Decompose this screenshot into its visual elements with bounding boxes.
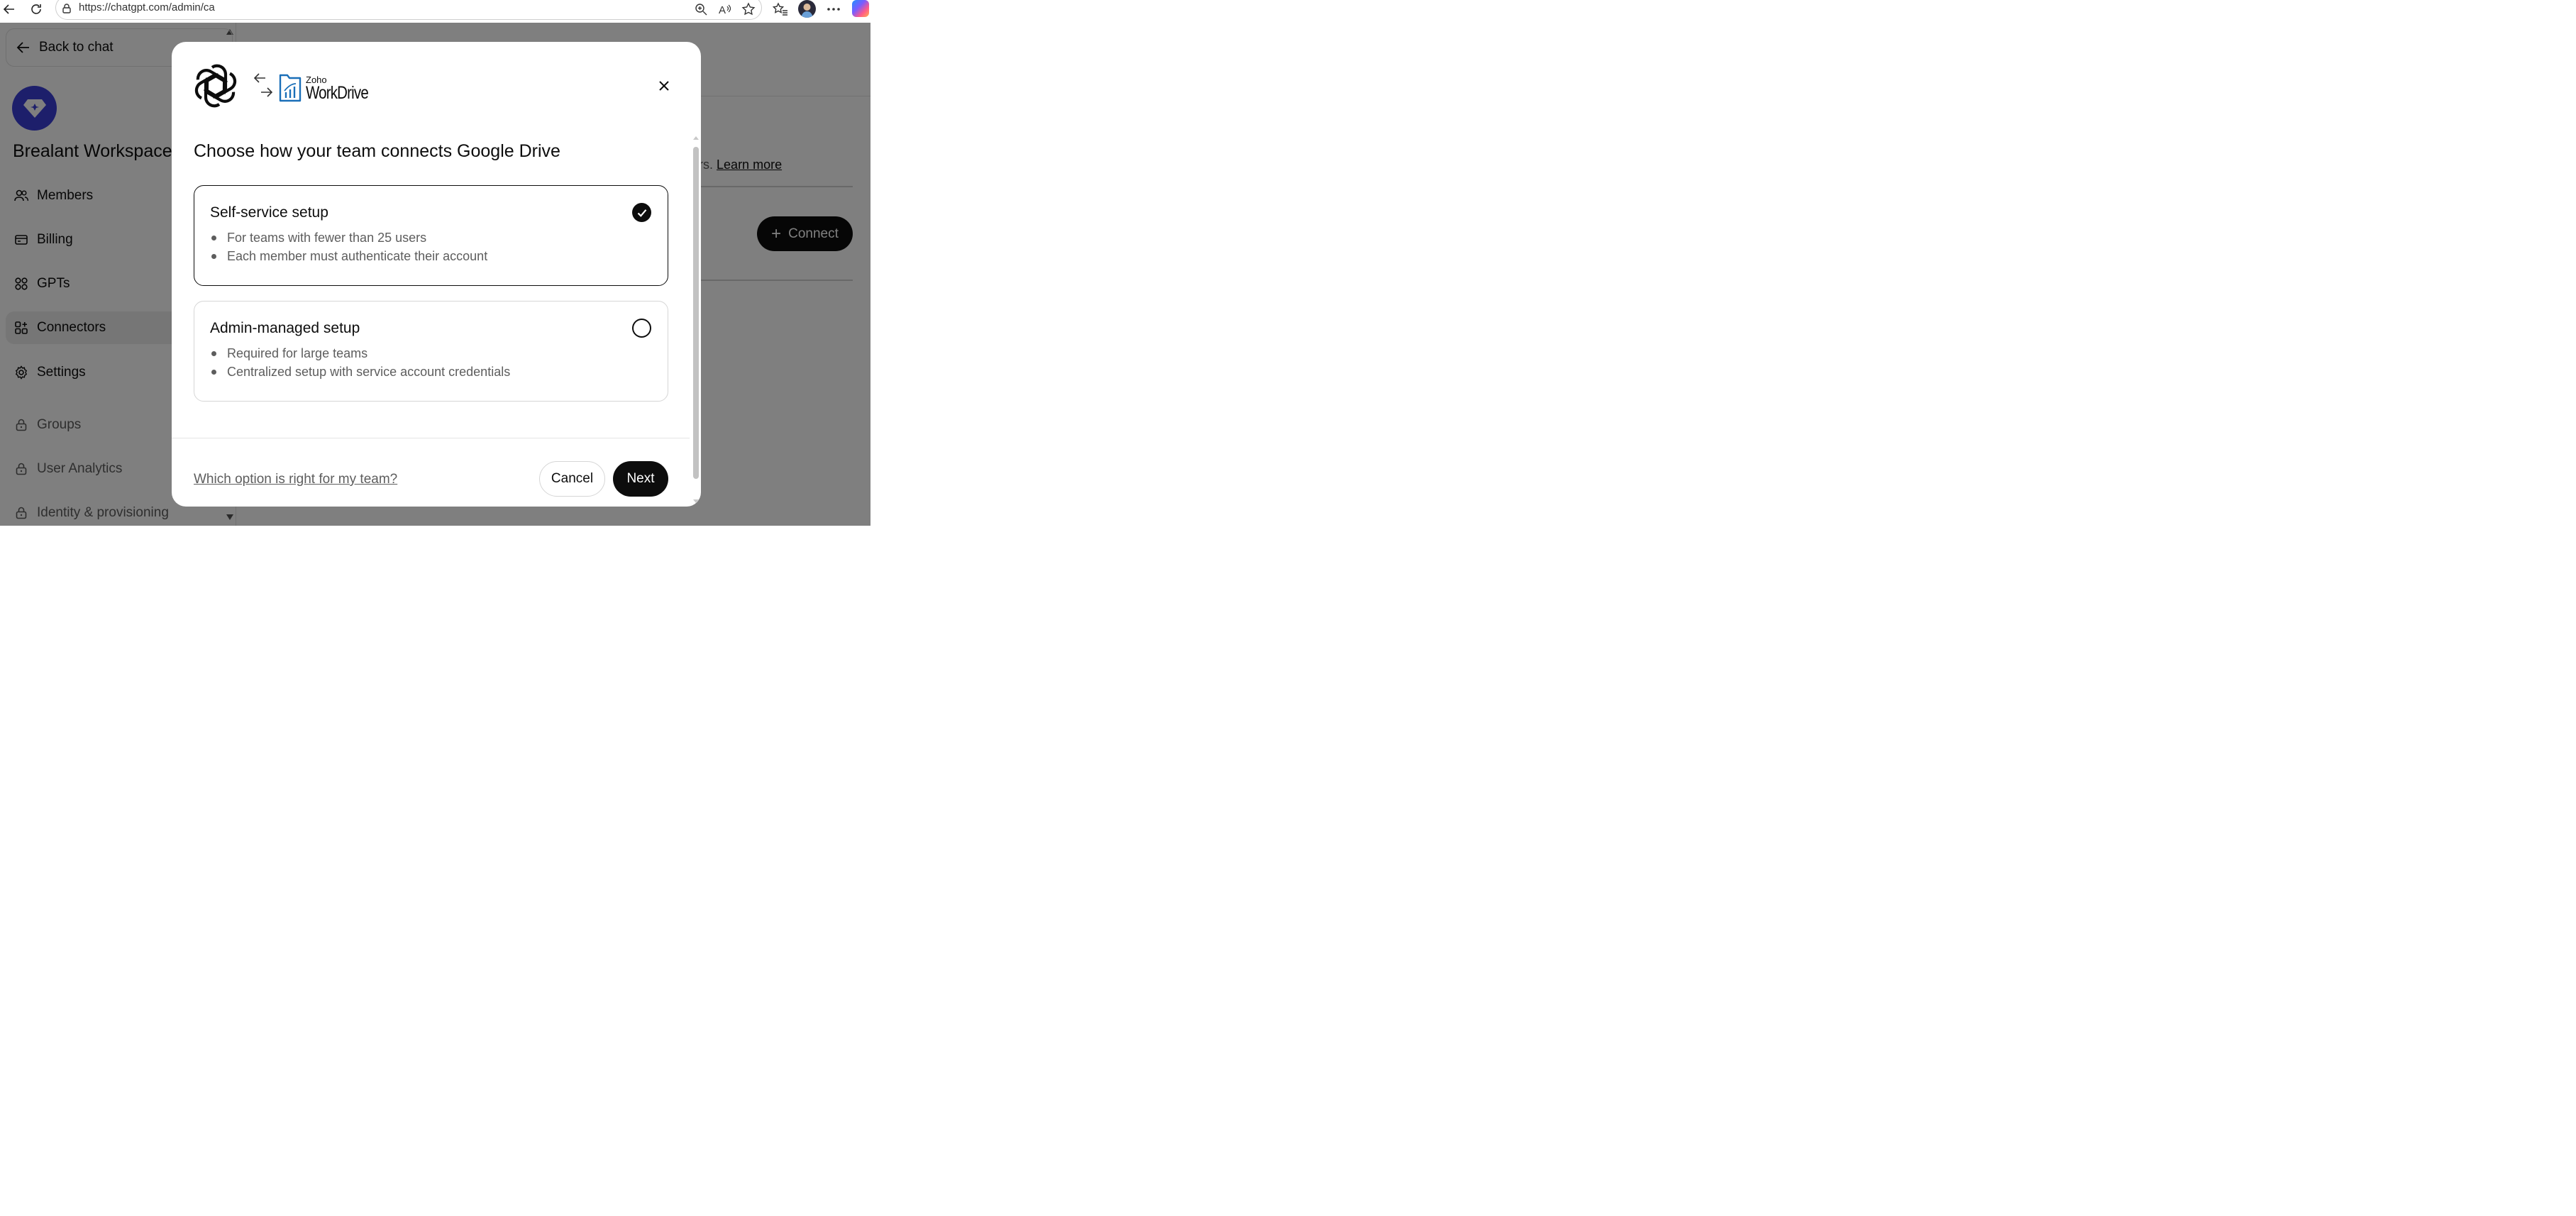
copilot-icon[interactable]: [852, 0, 869, 17]
option-title: Self-service setup: [210, 204, 328, 221]
option-bullets: For teams with fewer than 25 users Each …: [211, 228, 487, 265]
openai-logo: [193, 63, 238, 109]
browser-toolbar: https://chatgpt.com/admin/ca A: [0, 0, 870, 23]
swap-arrows-icon: [253, 73, 273, 97]
connector-setup-dialog: Zoho WorkDrive Choose how your team conn…: [172, 42, 701, 507]
url-text[interactable]: https://chatgpt.com/admin/ca: [79, 1, 215, 13]
option-bullet: For teams with fewer than 25 users: [211, 228, 487, 247]
more-icon[interactable]: [825, 1, 842, 18]
workdrive-folder-icon: [279, 74, 302, 102]
help-link[interactable]: Which option is right for my team?: [194, 472, 397, 487]
option-self-service[interactable]: Self-service setup For teams with fewer …: [194, 185, 668, 286]
close-button[interactable]: [656, 77, 673, 94]
lock-icon[interactable]: [58, 0, 75, 17]
zoom-icon[interactable]: [692, 1, 709, 18]
screen: https://chatgpt.com/admin/ca A B: [0, 0, 1098, 526]
radio-selected[interactable]: [632, 203, 651, 222]
dialog-title: Choose how your team connects Google Dri…: [194, 141, 560, 161]
read-aloud-icon[interactable]: A: [717, 1, 734, 18]
svg-text:A: A: [719, 4, 726, 16]
option-admin-managed[interactable]: Admin-managed setup Required for large t…: [194, 301, 668, 402]
close-icon: [659, 81, 669, 91]
option-title: Admin-managed setup: [210, 320, 360, 336]
back-arrow-icon[interactable]: [1, 0, 17, 18]
option-bullet: Centralized setup with service account c…: [211, 363, 510, 381]
option-bullet: Each member must authenticate their acco…: [211, 247, 487, 265]
profile-avatar[interactable]: [798, 0, 816, 18]
openai-logo-icon: [194, 64, 237, 108]
favorites-icon[interactable]: [772, 1, 789, 18]
radio-unselected[interactable]: [632, 319, 651, 338]
cancel-button[interactable]: Cancel: [539, 461, 605, 497]
zoho-workdrive-logo: Zoho WorkDrive: [279, 72, 382, 102]
refresh-icon[interactable]: [28, 0, 44, 18]
option-bullet: Required for large teams: [211, 344, 510, 363]
next-button[interactable]: Next: [613, 461, 668, 497]
check-icon: [637, 209, 646, 217]
favorite-star-icon[interactable]: [740, 1, 757, 18]
workdrive-label: WorkDrive: [306, 83, 369, 103]
option-bullets: Required for large teams Centralized set…: [211, 344, 510, 381]
dialog-scrollbar-thumb[interactable]: [693, 147, 699, 479]
